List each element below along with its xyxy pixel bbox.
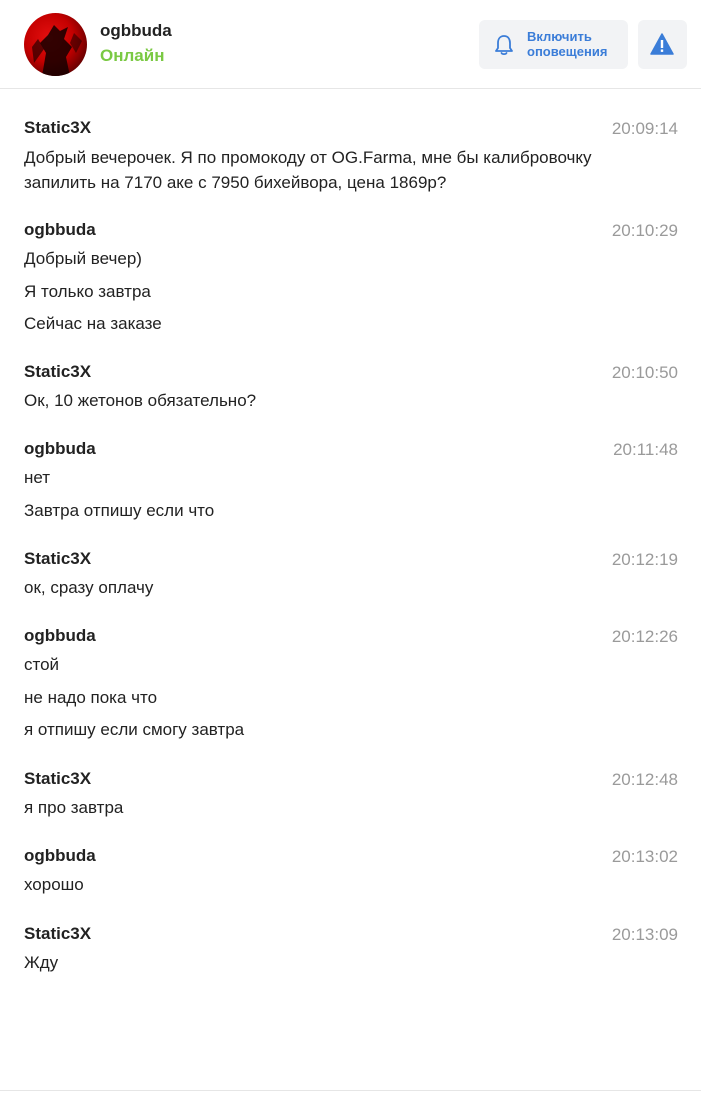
message-sender[interactable]: ogbbuda — [24, 626, 96, 646]
message-time: 20:10:29 — [611, 221, 678, 240]
message-text: Завтра отпишу если что — [24, 501, 215, 520]
report-button[interactable] — [638, 20, 687, 69]
message-text: хорошо — [24, 875, 84, 894]
enable-notifications-label: Включить оповещения — [527, 29, 608, 59]
message-sender[interactable]: ogbbuda — [24, 220, 96, 240]
message-text: стой — [24, 655, 60, 674]
chat-header: ogbbuda Онлайн Включить оповещения — [0, 0, 701, 89]
message-time: 20:09:14 — [611, 119, 678, 138]
message-time: 20:12:48 — [611, 770, 678, 789]
chat-username[interactable]: ogbbuda — [100, 21, 172, 41]
message-text: Ок, 10 жетонов обязательно? — [24, 391, 257, 410]
online-status: Онлайн — [100, 46, 165, 65]
bell-icon — [494, 34, 514, 56]
message-time: 20:13:02 — [611, 847, 678, 866]
message-text: нет — [24, 468, 51, 487]
message-sender[interactable]: Static3X — [24, 924, 91, 944]
message-sender[interactable]: ogbbuda — [24, 439, 96, 459]
message-text: не надо пока что — [24, 688, 158, 707]
avatar[interactable] — [24, 13, 87, 76]
enable-notifications-button[interactable]: Включить оповещения — [479, 20, 628, 69]
message-time: 20:12:26 — [611, 627, 678, 646]
message-sender[interactable]: Static3X — [24, 549, 91, 569]
message-text: ок, сразу оплачу — [24, 578, 154, 597]
message-time: 20:12:19 — [611, 550, 678, 569]
message-sender[interactable]: ogbbuda — [24, 846, 96, 866]
message-text: Добрый вечер) — [24, 249, 142, 268]
message-sender[interactable]: Static3X — [24, 362, 91, 382]
message-sender[interactable]: Static3X — [24, 769, 91, 789]
message-time: 20:10:50 — [611, 363, 678, 382]
message-time: 20:11:48 — [613, 440, 678, 459]
message-text: я отпишу если смогу завтра — [24, 720, 245, 739]
message-text: Добрый вечерочек. Я по промокоду от OG.F… — [24, 148, 592, 192]
message-text: Я только завтра — [24, 282, 151, 301]
message-sender[interactable]: Static3X — [24, 118, 91, 138]
message-text: Сейчас на заказе — [24, 314, 162, 333]
divider — [0, 1090, 701, 1091]
message-time: 20:13:09 — [611, 925, 678, 944]
message-text: Жду — [24, 953, 59, 972]
message-text: я про завтра — [24, 798, 124, 817]
